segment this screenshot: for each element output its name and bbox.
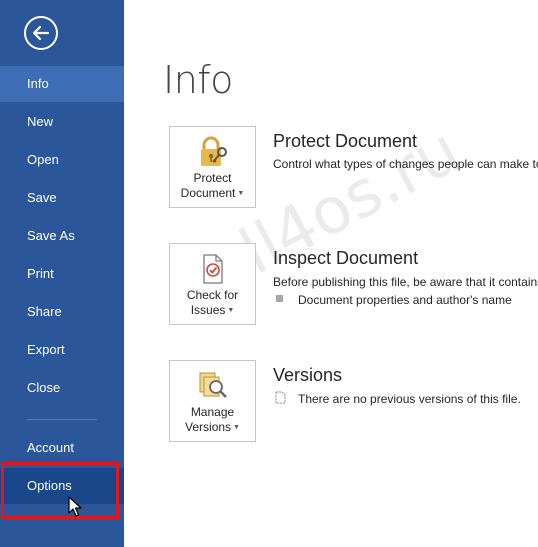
nav-item-label: Open bbox=[27, 152, 59, 167]
nav-item-new[interactable]: New bbox=[0, 104, 124, 140]
button-label-text: Document bbox=[180, 186, 236, 200]
button-label-line1: Protect bbox=[193, 171, 232, 185]
nav-item-close[interactable]: Close bbox=[0, 370, 124, 406]
dropdown-caret-icon: ▼ bbox=[237, 190, 245, 197]
document-icon bbox=[275, 391, 286, 404]
nav-item-label: Account bbox=[27, 440, 74, 455]
inspect-document-bullet: Document properties and author's name bbox=[298, 293, 512, 307]
button-label-line2: Issues ▼ bbox=[170, 303, 255, 317]
bullet-icon bbox=[276, 295, 283, 302]
nav-item-label: Print bbox=[27, 266, 54, 281]
button-label-line1: Check for bbox=[186, 288, 239, 302]
nav-item-label: New bbox=[27, 114, 54, 129]
protect-document-description: Control what types of changes people can… bbox=[273, 157, 538, 171]
inspect-document-heading: Inspect Document bbox=[273, 248, 419, 268]
back-button[interactable] bbox=[24, 16, 58, 50]
nav-item-account[interactable]: Account bbox=[0, 430, 124, 466]
back-arrow-icon bbox=[32, 25, 50, 41]
nav-item-export[interactable]: Export bbox=[0, 332, 124, 368]
nav-item-label: Share bbox=[27, 304, 62, 319]
button-label-line2: Document ▼ bbox=[170, 186, 255, 200]
button-label-text: Versions bbox=[185, 420, 232, 434]
nav-item-label: Info bbox=[27, 76, 49, 91]
lock-key-icon bbox=[201, 136, 227, 166]
protect-document-button[interactable]: Protect Document ▼ bbox=[169, 126, 256, 208]
nav-item-save[interactable]: Save bbox=[0, 180, 124, 216]
inspect-document-description: Before publishing this file, be aware th… bbox=[273, 275, 538, 289]
nav-item-open[interactable]: Open bbox=[0, 142, 124, 178]
button-label-text: Issues bbox=[190, 303, 226, 317]
button-label-line2: Versions ▼ bbox=[170, 420, 255, 434]
dropdown-caret-icon: ▼ bbox=[227, 307, 235, 314]
nav-item-print[interactable]: Print bbox=[0, 256, 124, 292]
manage-versions-button[interactable]: Manage Versions ▼ bbox=[169, 360, 256, 442]
nav-item-label: Export bbox=[27, 342, 65, 357]
nav-item-label: Save bbox=[27, 190, 57, 205]
versions-description: There are no previous versions of this f… bbox=[298, 392, 521, 406]
button-label-line1: Manage bbox=[190, 405, 235, 419]
manage-versions-icon bbox=[199, 372, 227, 398]
versions-heading: Versions bbox=[273, 365, 343, 385]
nav-item-label: Save As bbox=[27, 228, 75, 243]
nav-item-label: Close bbox=[27, 380, 61, 395]
nav-divider bbox=[27, 419, 97, 420]
page-title: Info bbox=[163, 58, 233, 102]
nav-item-info[interactable]: Info bbox=[0, 66, 124, 102]
dropdown-caret-icon: ▼ bbox=[233, 424, 240, 431]
options-highlight-box bbox=[1, 462, 119, 519]
check-for-issues-button[interactable]: Check for Issues ▼ bbox=[169, 243, 256, 325]
protect-document-heading: Protect Document bbox=[273, 131, 418, 151]
nav-item-save-as[interactable]: Save As bbox=[0, 218, 124, 254]
mouse-pointer-icon bbox=[68, 496, 82, 517]
inspect-document-icon bbox=[203, 254, 223, 284]
nav-item-share[interactable]: Share bbox=[0, 294, 124, 330]
